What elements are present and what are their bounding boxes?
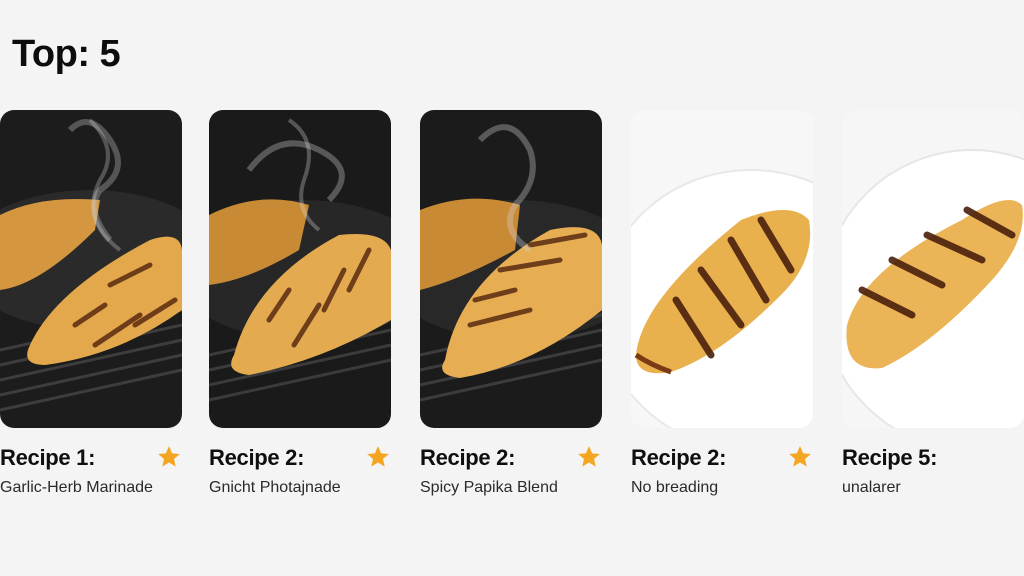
recipe-card[interactable]: Recipe 2: Gnicht Photajnade: [209, 110, 391, 497]
recipe-subtitle: Gnicht Photajnade: [209, 479, 341, 496]
recipe-photo[interactable]: [842, 110, 1024, 428]
recipe-title: Recipe 2:: [631, 445, 727, 470]
recipe-card[interactable]: Recipe 5: unalarer: [842, 110, 1024, 497]
recipe-title: Recipe 2:: [209, 445, 305, 470]
recipe-title: Recipe 2:: [420, 445, 516, 470]
star-icon[interactable]: [365, 444, 391, 470]
recipe-photo[interactable]: [420, 110, 602, 428]
recipe-subtitle: Spicy Papika Blend: [420, 479, 558, 496]
recipe-title: Recipe 1:: [0, 445, 96, 470]
star-icon[interactable]: [787, 444, 813, 470]
recipe-card[interactable]: Recipe 1: Garlic-Herb Marinade: [0, 110, 182, 497]
recipe-subtitle: unalarer: [842, 479, 901, 496]
recipe-subtitle: No breading: [631, 479, 719, 496]
star-icon[interactable]: [576, 444, 602, 470]
page-title: Top: 5: [12, 33, 121, 75]
recipe-subtitle: Garlic-Herb Marinade: [0, 479, 153, 496]
recipe-photo[interactable]: [631, 110, 813, 428]
recipe-title: Recipe 5:: [842, 445, 938, 470]
recipe-photo[interactable]: [209, 110, 391, 428]
recipe-photo[interactable]: [0, 110, 182, 428]
recipe-card[interactable]: Recipe 2: No breading: [631, 110, 813, 497]
star-icon[interactable]: [156, 444, 182, 470]
recipe-card[interactable]: Recipe 2: Spicy Papika Blend: [420, 110, 602, 497]
